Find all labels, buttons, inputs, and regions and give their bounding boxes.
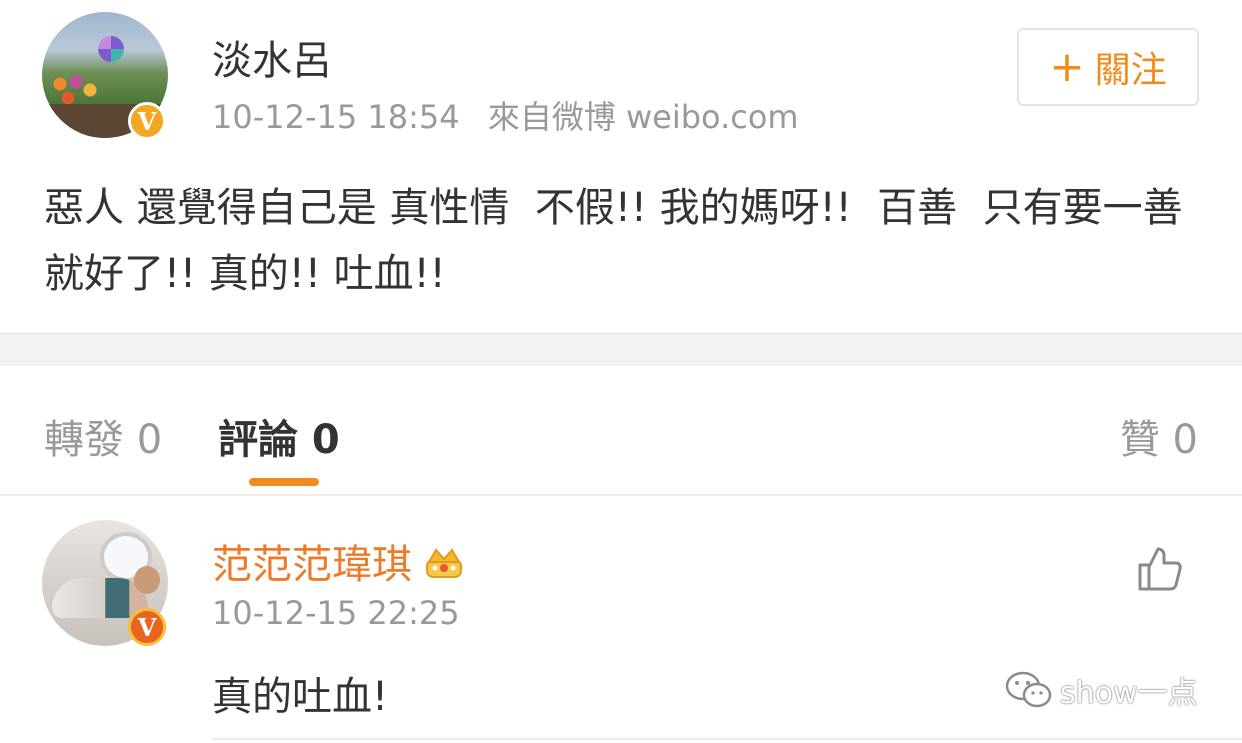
comment-author-name: 范范范瑋琪 xyxy=(212,542,412,588)
tab-comments[interactable]: 評論 0 xyxy=(218,407,340,465)
post-body-text: 惡人 還覺得自己是 真性情 不假!! 我的媽呀!! 百善 只有要一善就好了!! … xyxy=(44,185,1183,297)
pinwheel-decoration xyxy=(98,36,124,62)
post-meta: 10-12-15 18:54 來自微博 weibo.com xyxy=(212,92,799,138)
active-tab-indicator xyxy=(249,478,319,486)
tab-likes[interactable]: 贊 0 xyxy=(1120,407,1198,465)
follow-label: 關注 xyxy=(1094,50,1167,91)
comment-divider xyxy=(212,738,1242,740)
wechat-icon xyxy=(1005,671,1052,708)
comment-body-text: 真的吐血! xyxy=(212,674,389,720)
section-separator xyxy=(0,333,1242,366)
watermark: show一点 xyxy=(1004,668,1198,712)
head-decoration xyxy=(134,566,160,594)
verified-badge-icon: V xyxy=(128,102,166,140)
crown-icon xyxy=(424,544,464,578)
follow-button[interactable]: + 關注 xyxy=(1017,28,1199,106)
thumbs-up-icon[interactable] xyxy=(1134,543,1186,595)
plus-icon: + xyxy=(1049,42,1085,91)
watermark-text: show一点 xyxy=(1060,676,1198,711)
post-timestamp: 10-12-15 18:54 xyxy=(212,98,460,136)
comment-author[interactable]: 范范范瑋琪 xyxy=(212,532,464,590)
weibo-post-page: V 淡水呂 10-12-15 18:54 來自微博 weibo.com + 關注… xyxy=(0,0,1242,743)
comment-timestamp: 10-12-15 22:25 xyxy=(212,594,460,632)
post-author-name[interactable]: 淡水呂 xyxy=(212,28,332,86)
verified-badge-icon: V xyxy=(128,608,166,646)
tab-reposts[interactable]: 轉發 0 xyxy=(44,407,162,465)
post-source: 來自微博 weibo.com xyxy=(487,98,799,136)
tabs-divider xyxy=(0,494,1242,496)
